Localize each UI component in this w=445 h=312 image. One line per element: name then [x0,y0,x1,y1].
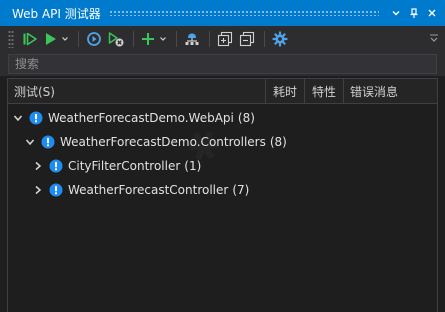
pin-button[interactable] [405,4,423,22]
run-icon [46,33,56,45]
chevron-down-icon[interactable] [12,112,24,124]
tree-item-label: WeatherForecastController [68,183,229,197]
tree-item-count: (1) [184,159,202,173]
toolbar-separator [209,31,210,47]
chevron-down-icon [62,37,68,41]
chevron-right-icon[interactable] [32,184,44,196]
toolbar [0,26,445,52]
toolbar-separator [133,31,134,47]
collapse-all-button[interactable] [237,29,257,49]
gear-icon [272,31,288,47]
title-bar[interactable]: Web API 测试器 [0,0,445,26]
warning-icon [29,111,43,125]
expand-all-icon [217,31,233,47]
refresh-icon [87,32,101,46]
test-tree: ✱ WeatherForecastDemo.WebApi (8) [7,104,438,312]
collapse-all-icon [239,31,255,47]
run-all-icon [23,32,37,46]
pin-icon [410,7,418,18]
add-icon [142,33,154,45]
tree-item-label: WeatherForecastDemo.WebApi [48,111,234,125]
chevron-right-icon[interactable] [32,160,44,172]
warning-icon [41,135,55,149]
tree-item-cityfiltercontroller[interactable]: CityFilterController (1) [32,154,201,178]
toolbar-overflow-icon[interactable] [428,33,440,45]
close-icon [428,9,436,17]
chevron-down-icon [392,11,400,16]
run-all-button[interactable] [20,29,40,49]
chevron-down-icon [160,37,166,41]
network-button[interactable] [182,29,202,49]
cancel-run-icon [108,32,124,47]
run-button[interactable] [42,29,71,49]
search-input[interactable] [8,54,437,74]
close-button[interactable] [423,4,441,22]
add-button[interactable] [139,29,169,49]
column-header: 测试(S) 耗时 特性 错误消息 [7,78,438,104]
window-title: Web API 测试器 [12,6,101,21]
warning-icon [49,159,63,173]
tree-item-label: WeatherForecastDemo.Controllers [60,135,266,149]
cancel-run-button[interactable] [106,29,126,49]
web-api-tester-window: Web API 测试器 搜索 测试(S) 耗时 特性 错误消息 WeatherF… [0,0,445,312]
title-bar-grip [108,10,379,16]
toolbar-separator [78,31,79,47]
toolbar-grip[interactable] [8,30,14,48]
chevron-down-icon[interactable] [24,136,36,148]
column-error-message[interactable]: 错误消息 [343,79,437,103]
settings-button[interactable] [270,29,290,49]
warning-icon [49,183,63,197]
column-duration[interactable]: 耗时 [265,79,304,103]
refresh-button[interactable] [84,29,104,49]
search-row [0,52,445,76]
expand-all-button[interactable] [215,29,235,49]
tree-item-count: (7) [232,183,250,197]
network-icon [185,33,199,45]
tree-item-webapi[interactable]: WeatherForecastDemo.WebApi (8) [12,106,255,130]
tree-item-weatherforecastcontroller[interactable]: WeatherForecastController (7) [32,178,249,202]
column-test[interactable]: 测试(S) [8,79,265,103]
column-traits[interactable]: 特性 [304,79,343,103]
tree-item-label: CityFilterController [68,159,181,173]
tree-item-count: (8) [237,111,255,125]
tree-item-controllers[interactable]: WeatherForecastDemo.Controllers (8) [24,130,287,154]
toolbar-separator [264,31,265,47]
window-menu-button[interactable] [387,4,405,22]
tree-item-count: (8) [269,135,287,149]
toolbar-separator [176,31,177,47]
